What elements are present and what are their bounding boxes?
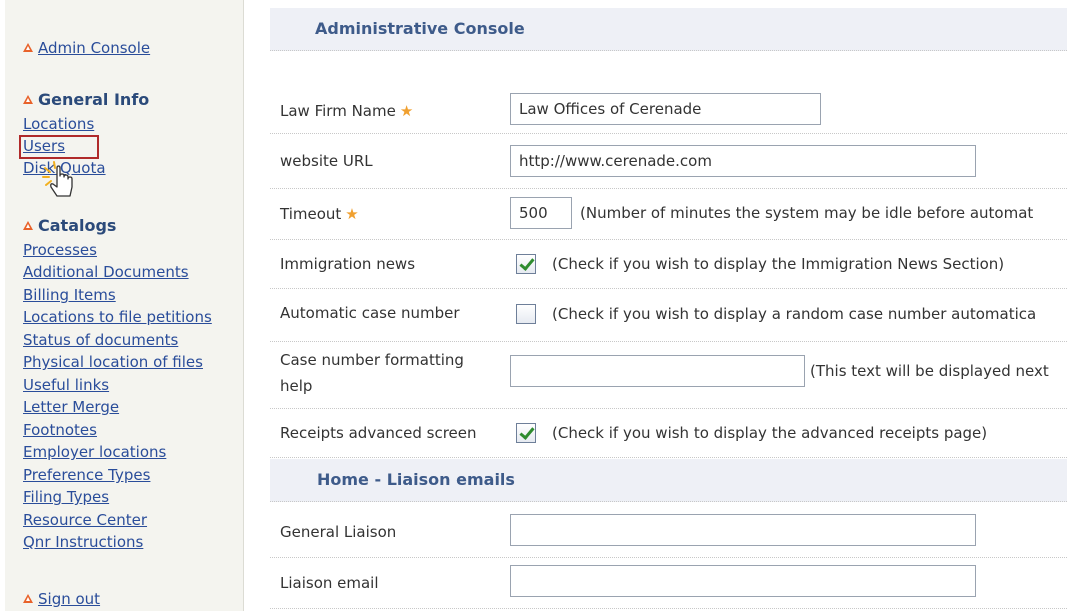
hand-pointer-icon [42, 161, 73, 197]
case-number-help-label-line1: Case number formatting [280, 351, 464, 369]
required-star-icon: ★ [345, 205, 359, 223]
liaison-email-field[interactable] [510, 565, 976, 597]
case-number-help-label-line2: help [280, 377, 313, 395]
form-row-general-liaison: General Liaison [270, 507, 1067, 558]
case-number-help-field[interactable] [510, 355, 805, 387]
main-panel: Administrative Console Law Firm Name★ we… [270, 0, 1067, 611]
timeout-hint: (Number of minutes the system may be idl… [580, 204, 1034, 222]
sidebar-item-letter-merge[interactable]: Letter Merge [23, 397, 119, 417]
form-row-timeout: Timeout★ (Number of minutes the system m… [270, 189, 1067, 240]
section-header-admin-console: Administrative Console [270, 8, 1067, 51]
liaison-email-label: Liaison email [280, 574, 379, 592]
triangle-icon [23, 221, 33, 230]
general-liaison-label: General Liaison [280, 523, 397, 541]
sidebar-item-label: Admin Console [38, 39, 151, 57]
sidebar-item-qnr-instructions[interactable]: Qnr Instructions [23, 532, 143, 552]
triangle-icon [23, 95, 33, 104]
sidebar-item-resource-center[interactable]: Resource Center [23, 510, 147, 530]
users-highlight-box [19, 135, 99, 159]
sidebar-item-useful-links[interactable]: Useful links [23, 375, 109, 395]
timeout-field[interactable] [510, 197, 572, 229]
sidebar-item-footnotes[interactable]: Footnotes [23, 420, 97, 440]
immigration-news-hint: (Check if you wish to display the Immigr… [552, 255, 1005, 273]
immigration-news-checkbox[interactable] [516, 254, 536, 274]
form-row-law-firm-name: Law Firm Name ★ [270, 87, 1067, 134]
sidebar-heading-catalogs: Catalogs [23, 216, 116, 236]
website-url-label: website URL [280, 152, 373, 170]
sidebar-item-processes[interactable]: Processes [23, 240, 97, 260]
sidebar: Admin Console General Info Locations Use… [5, 0, 244, 611]
sidebar-item-label: Sign out [38, 590, 101, 608]
website-url-field[interactable] [510, 145, 976, 177]
liaison-section-title: Home - Liaison emails [317, 470, 515, 489]
automatic-case-number-hint: (Check if you wish to display a random c… [552, 305, 1037, 323]
form-row-automatic-case-number: Automatic case number (Check if you wish… [270, 289, 1067, 342]
automatic-case-number-checkbox[interactable] [516, 304, 536, 324]
case-number-help-hint: (This text will be displayed next [810, 362, 1049, 380]
triangle-icon [23, 43, 33, 52]
receipts-advanced-checkbox[interactable] [516, 423, 536, 443]
sidebar-item-sign-out[interactable]: Sign out [23, 589, 100, 609]
triangle-icon [23, 594, 33, 603]
receipts-advanced-hint: (Check if you wish to display the advanc… [552, 424, 988, 442]
automatic-case-number-label: Automatic case number [280, 304, 460, 322]
sidebar-item-employer-locations[interactable]: Employer locations [23, 442, 166, 462]
general-liaison-field[interactable] [510, 514, 976, 546]
sidebar-item-admin-console[interactable]: Admin Console [23, 38, 150, 58]
law-firm-name-label: Law Firm Name ★ [280, 102, 414, 120]
form-row-immigration-news: Immigration news (Check if you wish to d… [270, 240, 1067, 289]
required-star-icon: ★ [399, 102, 414, 120]
sidebar-item-filing-types[interactable]: Filing Types [23, 487, 109, 507]
sidebar-item-locations-to-file-petitions[interactable]: Locations to file petitions [23, 307, 212, 327]
immigration-news-label: Immigration news [280, 255, 416, 273]
form-row-website-url: website URL [270, 134, 1067, 189]
sidebar-item-additional-documents[interactable]: Additional Documents [23, 262, 189, 282]
sidebar-heading-general-info: General Info [23, 90, 149, 110]
sidebar-item-preference-types[interactable]: Preference Types [23, 465, 150, 485]
sidebar-item-billing-items[interactable]: Billing Items [23, 285, 116, 305]
receipts-advanced-label: Receipts advanced screen [280, 424, 477, 442]
law-firm-name-field[interactable] [510, 93, 821, 125]
form-row-liaison-email: Liaison email [270, 558, 1067, 609]
form-row-receipts-advanced: Receipts advanced screen (Check if you w… [270, 409, 1067, 458]
sidebar-item-status-of-documents[interactable]: Status of documents [23, 330, 178, 350]
sidebar-item-physical-location-of-files[interactable]: Physical location of files [23, 352, 203, 372]
form-row-case-number-help: Case number formatting help (This text w… [270, 342, 1067, 409]
sidebar-item-locations[interactable]: Locations [23, 114, 94, 134]
timeout-label: Timeout ★ [280, 205, 359, 223]
section-header-liaison-emails: Home - Liaison emails [270, 459, 1067, 502]
page-title: Administrative Console [315, 19, 525, 38]
